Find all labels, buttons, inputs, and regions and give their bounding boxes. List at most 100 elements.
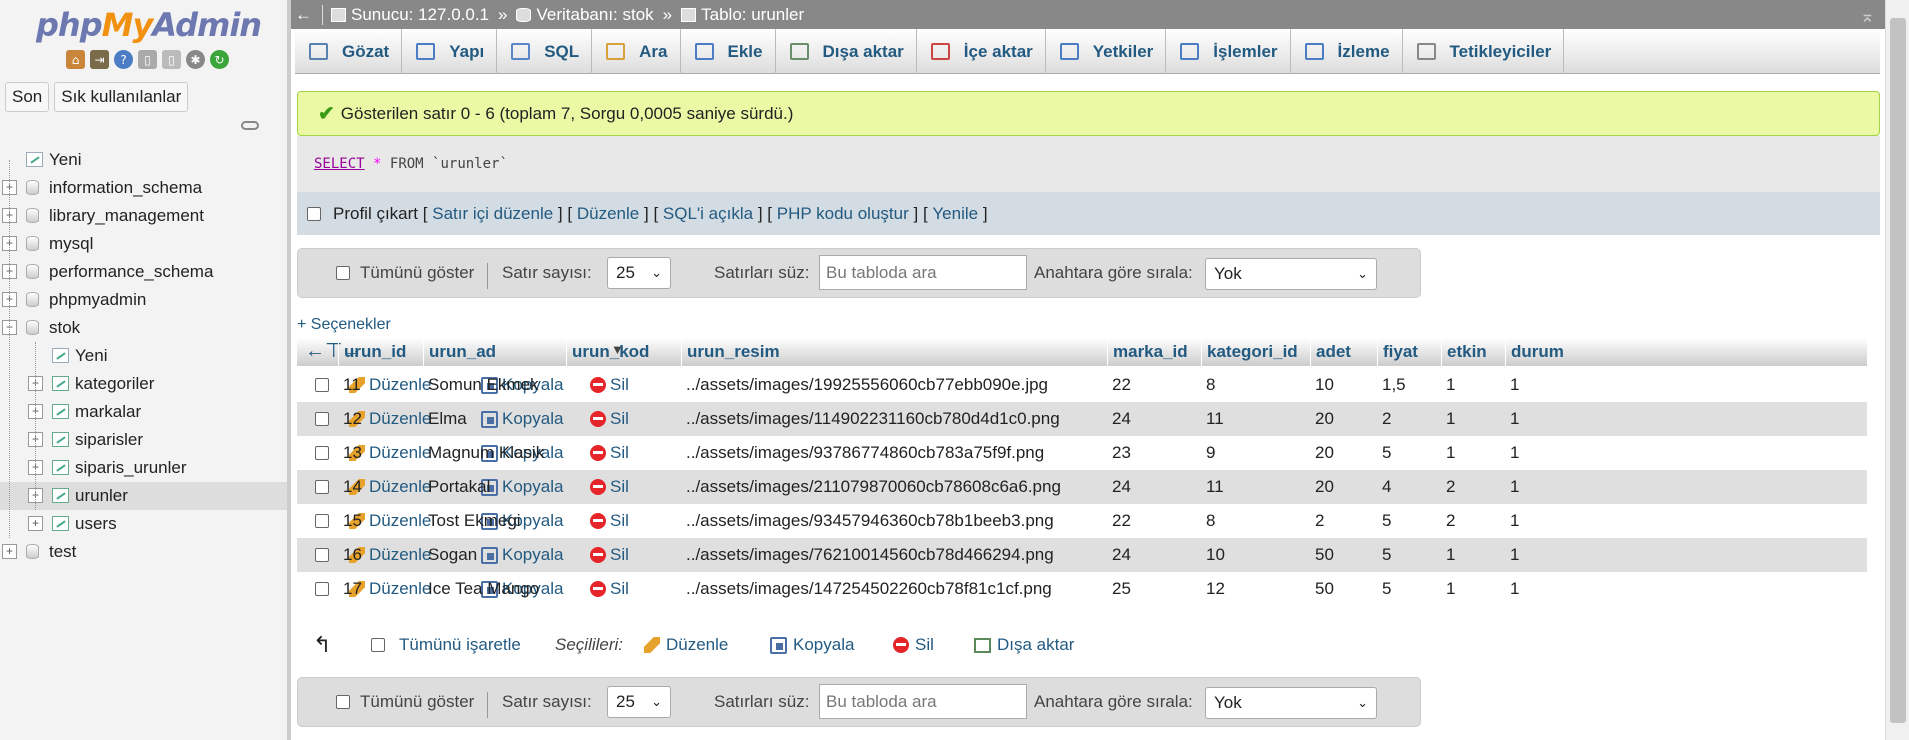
cell-kategori_id[interactable]: 10 [1201,538,1310,572]
exit-icon[interactable]: ⇥ [90,50,109,69]
cell-urun_id[interactable]: 13 [338,436,423,470]
cell-urun_id[interactable]: 15 [338,504,423,538]
tree-item-label[interactable]: mysql [49,234,93,254]
cell-marka_id[interactable]: 22 [1107,368,1201,402]
breadcrumb-server[interactable]: Sunucu: 127.0.0.1 [331,5,489,25]
cell-fiyat[interactable]: 5 [1377,572,1441,606]
cell-urun_kod[interactable] [566,538,681,572]
docs-icon[interactable]: ▯ [138,50,157,69]
refresh-link[interactable]: Yenile [932,204,978,224]
cell-kategori_id[interactable]: 11 [1201,402,1310,436]
cell-durum[interactable]: 1 [1505,572,1570,606]
cell-urun_ad[interactable]: Tost Ekmegi [423,504,566,538]
profile-checkbox[interactable] [307,206,321,221]
tree-item-label[interactable]: phpmyadmin [49,290,146,310]
tab-tetikleyiciler[interactable]: Tetikleyiciler [1403,29,1565,74]
tab-ekle[interactable]: Ekle [681,29,776,74]
settings-icon[interactable]: ✱ [186,50,205,69]
expand-icon[interactable]: + [28,516,43,531]
sort-by-key-select[interactable]: Yok ⌄ [1205,258,1377,290]
rows-per-page-select[interactable]: 25 ⌄ [607,257,671,289]
cell-adet[interactable]: 2 [1310,504,1377,538]
cell-etkin[interactable]: 1 [1441,572,1505,606]
cell-urun_resim[interactable]: ../assets/images/19925556060cb77ebb090e.… [681,368,1107,402]
cell-urun_resim[interactable]: ../assets/images/147254502260cb78f81c1cf… [681,572,1107,606]
tree-item-label[interactable]: information_schema [49,178,202,198]
cell-adet[interactable]: 20 [1310,402,1377,436]
row-checkbox[interactable] [315,412,329,426]
bulk-delete-button[interactable]: Sil [893,625,934,665]
cell-urun_resim[interactable]: ../assets/images/114902231160cb780d4d1c0… [681,402,1107,436]
cell-urun_kod[interactable] [566,572,681,606]
cell-urun_ad[interactable]: Sogan [423,538,566,572]
cell-urun_ad[interactable]: Ice Tea Mango [423,572,566,606]
tree-db-library_management[interactable]: + library_management [0,202,287,230]
expand-icon[interactable]: + [2,544,17,559]
column-header-urun_ad[interactable]: urun_ad [423,338,566,366]
show-all-checkbox[interactable] [336,695,350,709]
cell-kategori_id[interactable]: 9 [1201,436,1310,470]
link-with-main-panel-icon[interactable] [241,121,259,130]
cell-etkin[interactable]: 2 [1441,470,1505,504]
cell-marka_id[interactable]: 24 [1107,470,1201,504]
tab-i̇şlemler[interactable]: İşlemler [1166,29,1291,74]
cell-urun_kod[interactable] [566,436,681,470]
favorites-button[interactable]: Sık kullanılanlar [54,82,189,112]
cell-urun_resim[interactable]: ../assets/images/93786774860cb783a75f9f.… [681,436,1107,470]
cell-urun_kod[interactable] [566,504,681,538]
cell-urun_id[interactable]: 14 [338,470,423,504]
cell-kategori_id[interactable]: 12 [1201,572,1310,606]
cell-marka_id[interactable]: 24 [1107,538,1201,572]
cell-kategori_id[interactable]: 8 [1201,504,1310,538]
edit-query-link[interactable]: Düzenle [577,204,639,224]
column-header-fiyat[interactable]: fiyat [1377,338,1441,366]
tab-dışa aktar[interactable]: Dışa aktar [776,29,917,74]
tab-yetkiler[interactable]: Yetkiler [1046,29,1167,74]
cell-durum[interactable]: 1 [1505,538,1570,572]
filter-rows-input[interactable]: Bu tabloda ara [819,684,1027,719]
cell-urun_ad[interactable]: Elma [423,402,566,436]
cell-adet[interactable]: 20 [1310,470,1377,504]
tab-sql[interactable]: SQL [497,29,593,74]
tree-table-users[interactable]: + users [0,510,287,538]
sql-keyword[interactable]: SELECT [314,156,365,172]
tree-item-label[interactable]: siparis_urunler [75,458,187,478]
cell-urun_ad[interactable]: Somun Ekmek [423,368,566,402]
cell-urun_kod[interactable] [566,402,681,436]
cell-etkin[interactable]: 2 [1441,504,1505,538]
cell-urun_id[interactable]: 16 [338,538,423,572]
tree-new-item[interactable]: Yeni [0,146,287,174]
column-header-urun_resim[interactable]: urun_resim [681,338,1107,366]
breadcrumb-database[interactable]: Veritabanı: stok [516,5,654,25]
tree-db-information_schema[interactable]: + information_schema [0,174,287,202]
row-checkbox[interactable] [315,548,329,562]
column-header-durum[interactable]: durum [1505,338,1570,366]
cell-durum[interactable]: 1 [1505,436,1570,470]
tree-item-label[interactable]: Yeni [75,346,107,366]
row-checkbox[interactable] [315,514,329,528]
tree-item-label[interactable]: markalar [75,402,141,422]
cell-urun_resim[interactable]: ../assets/images/211079870060cb78608c6a6… [681,470,1107,504]
cell-marka_id[interactable]: 22 [1107,504,1201,538]
row-checkbox[interactable] [315,480,329,494]
phpmyadmin-logo[interactable]: phpMyAdmin [36,6,262,44]
cell-fiyat[interactable]: 5 [1377,436,1441,470]
column-header-adet[interactable]: adet [1310,338,1377,366]
tab-i̇çe aktar[interactable]: İçe aktar [917,29,1046,74]
tree-item-label[interactable]: urunler [75,486,128,506]
tree-item-label[interactable]: Yeni [49,150,81,170]
tree-item-label[interactable]: kategoriler [75,374,154,394]
cell-etkin[interactable]: 1 [1441,402,1505,436]
recent-button[interactable]: Son [5,82,50,112]
row-checkbox[interactable] [315,446,329,460]
cell-adet[interactable]: 50 [1310,538,1377,572]
create-php-code-link[interactable]: PHP kodu oluştur [777,204,909,224]
tree-new-item[interactable]: Yeni [0,342,287,370]
options-link[interactable]: + Seçenekler [297,316,391,334]
column-header-urun_id[interactable]: urun_id [338,338,423,366]
tree-item-label[interactable]: siparisler [75,430,143,450]
tab-ara[interactable]: Ara [592,29,681,74]
column-header-urun_kod[interactable]: urun_kod [566,338,681,366]
check-all-checkbox[interactable] [371,638,385,652]
tree-table-siparisler[interactable]: + siparisler [0,426,287,454]
